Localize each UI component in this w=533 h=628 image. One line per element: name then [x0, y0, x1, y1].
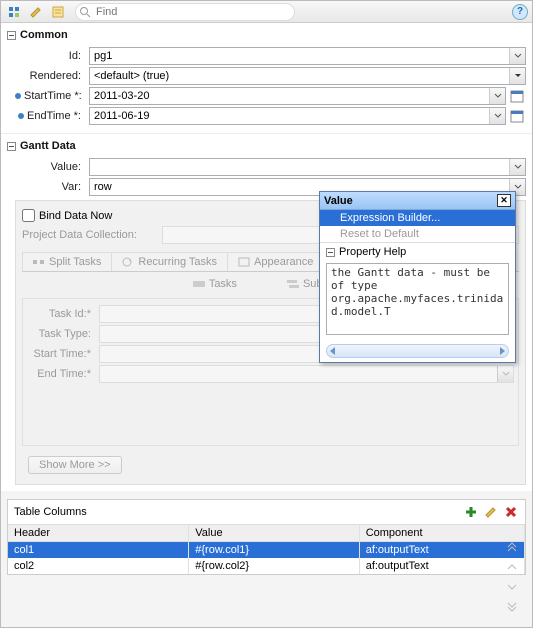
help-icon[interactable]: ? [512, 4, 528, 20]
starttime-field[interactable]: 2011-03-20 [89, 87, 506, 105]
move-top-icon[interactable] [504, 539, 520, 555]
search-icon [79, 6, 91, 18]
table-columns-section: Table Columns Header Value Component col… [7, 499, 526, 575]
task-end-field [99, 365, 514, 383]
menu-item-reset-default: Reset to Default [320, 226, 515, 242]
subtab-tasks[interactable]: Tasks [183, 276, 247, 292]
common-panel: Common Id: pg1 Rendered: <default> (true… [1, 23, 532, 133]
horizontal-scrollbar[interactable] [326, 344, 509, 358]
chevron-down-icon[interactable] [509, 68, 525, 84]
table-row[interactable]: col1 #{row.col1} af:outputText [8, 542, 525, 559]
chevron-down-icon[interactable] [509, 48, 525, 64]
endtime-field[interactable]: 2011-06-19 [89, 107, 506, 125]
edit-icon[interactable] [483, 504, 499, 520]
id-label: Id: [15, 50, 89, 62]
move-down-icon[interactable] [504, 579, 520, 595]
appearance-icon [238, 257, 250, 267]
tab-appearance[interactable]: Appearance [227, 252, 324, 271]
gantt-title: Gantt Data [20, 140, 76, 152]
show-more-row: Show More >> [28, 456, 519, 474]
rendered-label: Rendered: [15, 70, 89, 82]
date-picker-icon[interactable] [508, 87, 526, 105]
col-header[interactable]: Header [8, 525, 189, 542]
value-label: Value: [15, 161, 89, 173]
col-header[interactable]: Value [189, 525, 359, 542]
bind-data-now-label: Bind Data Now [39, 210, 112, 222]
endtime-label: EndTime *: [15, 110, 89, 122]
collapse-icon[interactable] [7, 31, 16, 40]
tab-recurring-tasks[interactable]: Recurring Tasks [111, 252, 228, 271]
top-toolbar: ? [1, 1, 532, 23]
chevron-down-icon[interactable] [509, 159, 525, 175]
popup-titlebar: Value ✕ [320, 192, 515, 210]
recurring-icon [122, 257, 134, 267]
chevron-down-icon [497, 366, 513, 382]
columns-table: Header Value Component col1 #{row.col1} … [8, 524, 525, 574]
collapse-icon[interactable] [7, 142, 16, 151]
table-row[interactable]: col2 #{row.col2} af:outputText [8, 558, 525, 574]
delete-icon[interactable] [503, 504, 519, 520]
gantt-section-header[interactable]: Gantt Data [7, 138, 526, 156]
rendered-field[interactable]: <default> (true) [89, 67, 526, 85]
menu-item-expression-builder[interactable]: Expression Builder... [320, 210, 515, 226]
add-icon[interactable] [463, 504, 479, 520]
date-picker-icon[interactable] [508, 107, 526, 125]
tasks-icon [193, 279, 205, 289]
bind-data-now-checkbox[interactable] [22, 209, 35, 222]
var-label: Var: [15, 181, 89, 193]
popup-title-text: Value [324, 195, 497, 207]
id-field[interactable]: pg1 [89, 47, 526, 65]
value-context-popup: Value ✕ Expression Builder... Reset to D… [319, 191, 516, 363]
chevron-down-icon[interactable] [489, 108, 505, 124]
reorder-arrows [504, 539, 522, 615]
chevron-down-icon[interactable] [489, 88, 505, 104]
table-columns-title: Table Columns [14, 506, 463, 518]
close-icon[interactable]: ✕ [497, 194, 511, 207]
common-title: Common [20, 29, 68, 41]
task-id-label: Task Id:* [27, 308, 99, 320]
starttime-label: StartTime *: [15, 90, 89, 102]
task-type-label: Task Type: [27, 328, 99, 340]
col-header[interactable]: Component [359, 525, 524, 542]
move-bottom-icon[interactable] [504, 599, 520, 615]
subtasks-icon [287, 279, 299, 289]
show-more-button[interactable]: Show More >> [28, 456, 122, 474]
edit-icon[interactable] [27, 3, 45, 21]
find-box [75, 3, 295, 21]
structure-icon[interactable] [5, 3, 23, 21]
property-help-text [326, 263, 509, 335]
task-end-label: End Time:* [27, 368, 99, 380]
popup-property-help-header[interactable]: Property Help [320, 242, 515, 261]
task-start-label: Start Time:* [27, 348, 99, 360]
project-data-label: Project Data Collection: [22, 229, 162, 241]
common-section-header[interactable]: Common [7, 27, 526, 45]
value-field[interactable] [89, 158, 526, 176]
tab-split-tasks[interactable]: Split Tasks [22, 252, 112, 271]
move-up-icon[interactable] [504, 559, 520, 575]
split-icon [33, 257, 45, 267]
sheet-icon[interactable] [49, 3, 67, 21]
find-input[interactable] [75, 3, 295, 21]
